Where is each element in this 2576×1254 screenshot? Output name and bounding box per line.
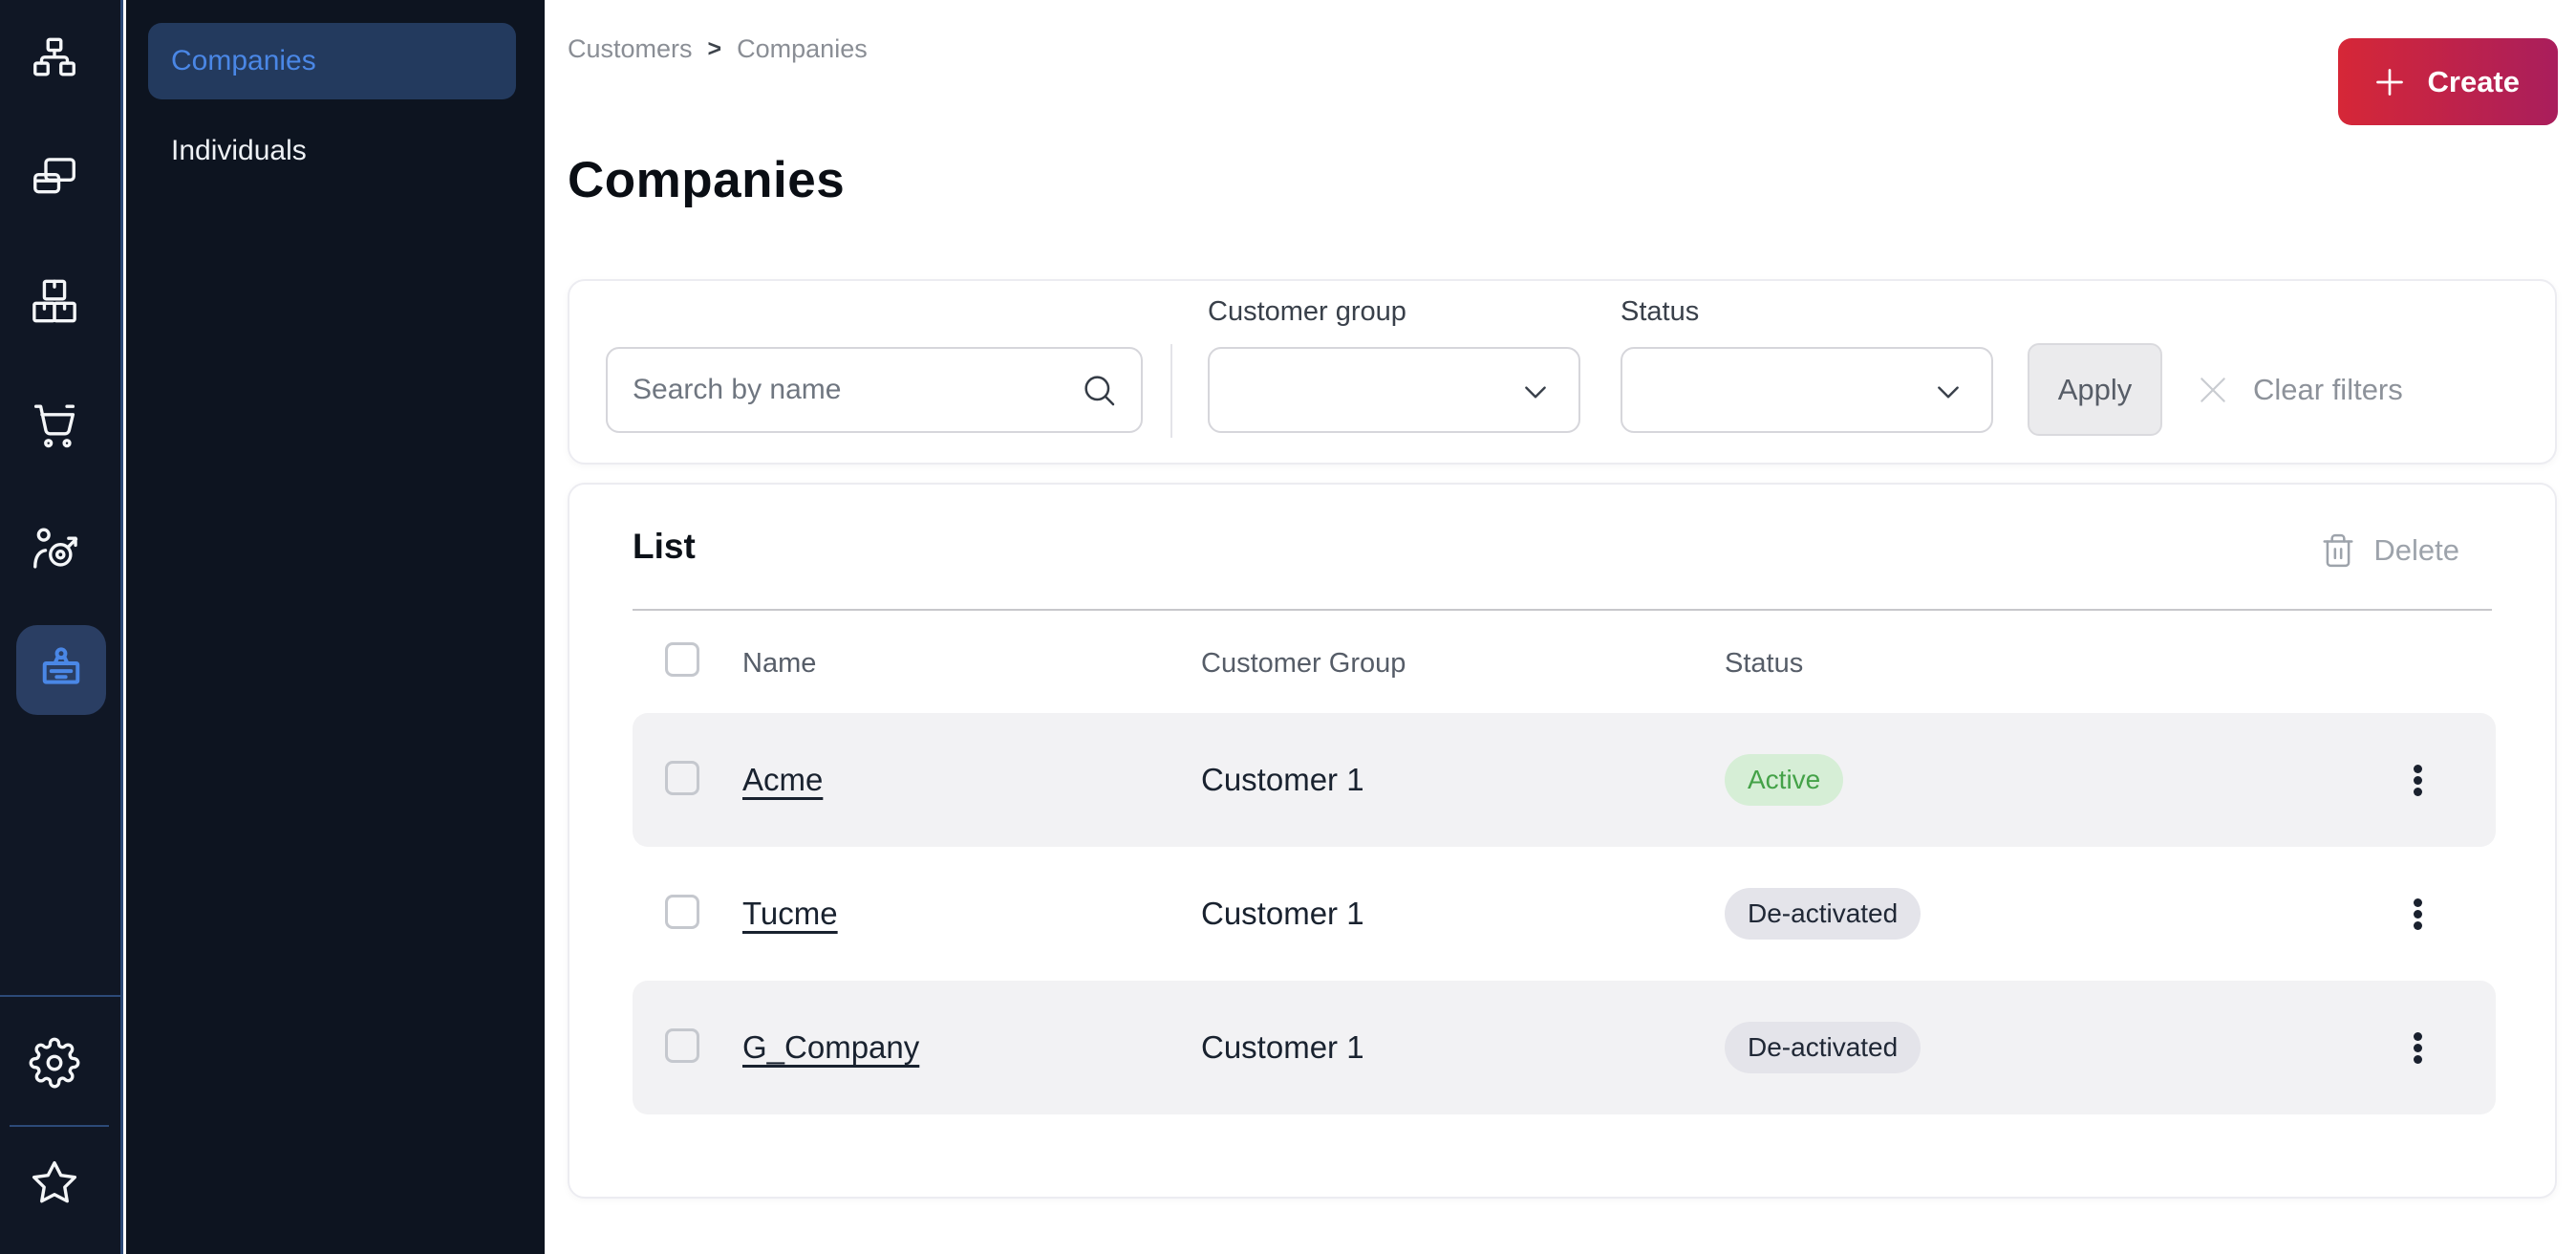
chevron-down-icon — [1928, 372, 1968, 412]
clear-filters-label: Clear filters — [2253, 373, 2403, 407]
sidebar-divider — [10, 1125, 109, 1127]
status-label: Status — [1621, 296, 1699, 328]
breadcrumb-companies[interactable]: Companies — [737, 34, 868, 64]
breadcrumb-separator: > — [708, 35, 722, 63]
create-button-label: Create — [2428, 65, 2521, 99]
kebab-menu-icon[interactable] — [2396, 1027, 2438, 1070]
company-name-link[interactable]: G_Company — [742, 1029, 919, 1066]
row-checkbox[interactable] — [665, 895, 699, 929]
status-badge: De-activated — [1725, 1022, 1921, 1073]
sidebar-item-products[interactable] — [29, 275, 80, 327]
main-content: Customers > Companies Create Companies C… — [545, 0, 2576, 1254]
sidebar-item-cart[interactable] — [29, 400, 80, 451]
x-icon — [2194, 371, 2232, 409]
billing-cards-icon — [29, 152, 80, 204]
page-title: Companies — [568, 151, 845, 209]
products-boxes-icon — [29, 275, 80, 327]
table-row[interactable]: Acme Customer 1 Active — [633, 713, 2496, 847]
company-name-link[interactable]: Acme — [742, 762, 823, 798]
customers-badge-icon — [34, 643, 88, 697]
cart-icon — [29, 400, 80, 451]
delete-button-label: Delete — [2373, 533, 2459, 568]
table-divider — [633, 609, 2492, 611]
list-title: List — [633, 527, 696, 567]
status-select[interactable] — [1621, 347, 1993, 433]
kebab-menu-icon[interactable] — [2396, 893, 2438, 936]
customer-group-cell: Customer 1 — [1201, 896, 1725, 932]
column-header-name: Name — [742, 648, 1201, 680]
company-name-link[interactable]: Tucme — [742, 896, 838, 932]
sidebar-divider — [0, 995, 120, 997]
select-all-checkbox[interactable] — [665, 642, 699, 677]
trash-icon — [2320, 532, 2356, 569]
filter-card: Customer group Status Apply Clear filter… — [568, 279, 2557, 465]
kebab-menu-icon[interactable] — [2396, 759, 2438, 802]
star-icon — [29, 1157, 80, 1209]
table-header: Name Customer Group Status — [633, 630, 2496, 697]
sidebar-item-individuals[interactable]: Individuals — [148, 113, 516, 189]
search-input[interactable] — [606, 347, 1143, 433]
table-row[interactable]: G_Company Customer 1 De-activated — [633, 981, 2496, 1114]
list-card: List Delete Name Customer Group Status — [568, 483, 2557, 1199]
search-field — [606, 347, 1143, 433]
sidebar-item-org-chart[interactable] — [29, 33, 80, 85]
delete-button[interactable]: Delete — [2320, 532, 2459, 569]
table-row[interactable]: Tucme Customer 1 De-activated — [633, 847, 2496, 981]
settings-gear-icon — [29, 1037, 80, 1089]
create-button[interactable]: Create — [2338, 38, 2559, 125]
apply-button[interactable]: Apply — [2028, 343, 2162, 436]
status-badge: Active — [1725, 754, 1843, 806]
customer-group-cell: Customer 1 — [1201, 762, 1725, 798]
org-chart-icon — [29, 33, 80, 85]
sidebar-item-billing[interactable] — [29, 152, 80, 204]
sidebar-item-label: Individuals — [171, 135, 307, 167]
customer-group-label: Customer group — [1208, 296, 1406, 328]
icon-rail — [0, 0, 123, 1254]
filter-divider — [1170, 344, 1172, 438]
clear-filters-button[interactable]: Clear filters — [2194, 343, 2403, 436]
row-checkbox[interactable] — [665, 761, 699, 795]
secondary-sidebar: Companies Individuals — [126, 0, 545, 1254]
row-checkbox[interactable] — [665, 1028, 699, 1063]
customer-group-cell: Customer 1 — [1201, 1029, 1725, 1066]
breadcrumb: Customers > Companies — [568, 34, 868, 64]
plus-icon — [2371, 63, 2409, 101]
search-icon — [1080, 371, 1118, 409]
status-badge: De-activated — [1725, 888, 1921, 940]
column-header-customer-group: Customer Group — [1201, 648, 1725, 680]
breadcrumb-customers[interactable]: Customers — [568, 34, 693, 64]
app-root: Companies Individuals Customers > Compan… — [0, 0, 2576, 1254]
table-body: Acme Customer 1 Active Tucme Customer 1 … — [633, 713, 2496, 1114]
sidebar-item-favorites[interactable] — [29, 1157, 80, 1209]
sidebar-item-label: Companies — [171, 45, 316, 77]
sidebar-item-marketing[interactable] — [29, 523, 80, 574]
chevron-down-icon — [1515, 372, 1556, 412]
customer-group-select[interactable] — [1208, 347, 1580, 433]
sidebar-item-companies[interactable]: Companies — [148, 23, 516, 99]
column-header-status: Status — [1725, 648, 2396, 680]
marketing-target-icon — [29, 523, 80, 574]
sidebar-item-settings[interactable] — [29, 1037, 80, 1089]
sidebar-item-customers[interactable] — [16, 625, 106, 715]
